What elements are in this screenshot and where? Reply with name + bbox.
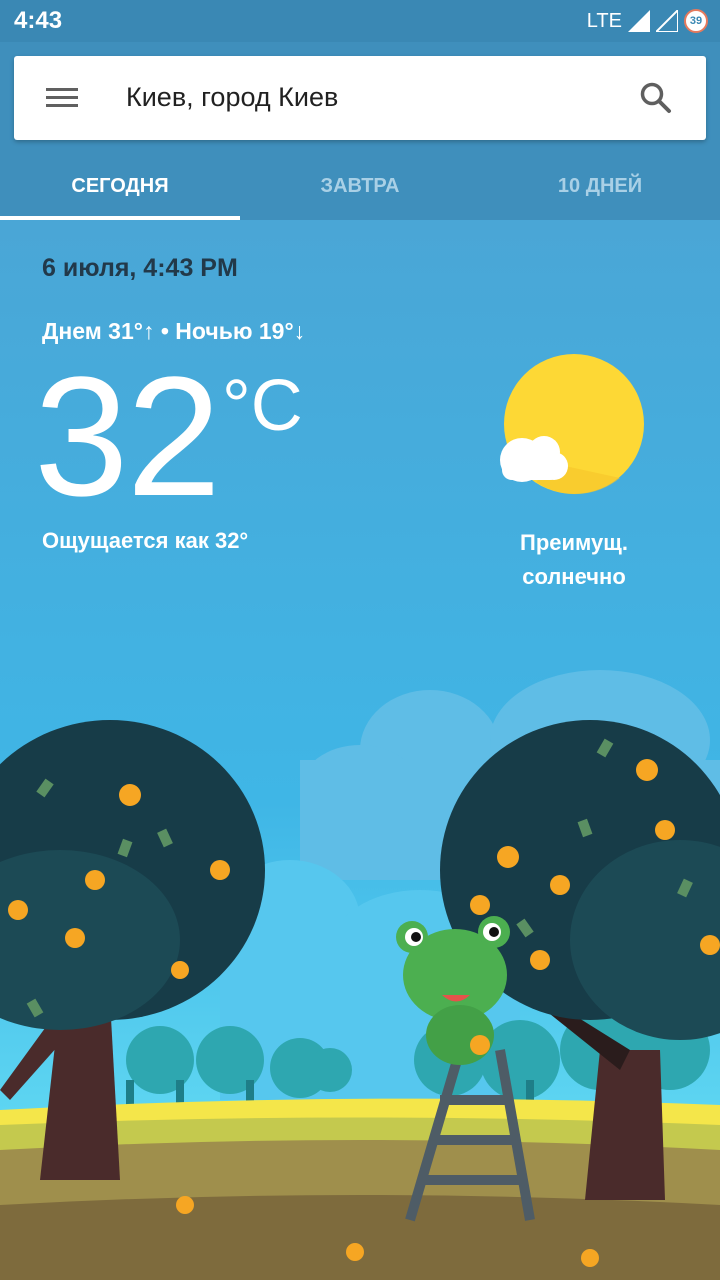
search-bar[interactable]: Киев, город Киев [14, 56, 706, 140]
network-type: LTE [586, 9, 622, 32]
current-temperature: 32 [34, 342, 221, 532]
status-time: 4:43 [14, 7, 63, 34]
temperature-unit: °C [222, 366, 303, 446]
battery-icon: 39 [684, 9, 708, 33]
header: Киев, город Киев СЕГОДНЯ ЗАВТРА 10 ДНЕЙ [0, 42, 720, 220]
condition-line-1: Преимущ. [520, 530, 628, 555]
tab-tomorrow-label: ЗАВТРА [320, 174, 400, 197]
signal-icon [628, 10, 650, 32]
date-time: 6 июля, 4:43 PM [42, 254, 238, 282]
tab-today-label: СЕГОДНЯ [71, 174, 169, 197]
status-bar: 4:43 LTE 39 [0, 0, 720, 42]
feels-like: Ощущается как 32° [42, 528, 249, 553]
condition-text: Преимущ. солнечно [494, 526, 654, 594]
weather-panel: 6 июля, 4:43 PM Днем 31°↑ • Ночью 19°↓ 3… [0, 220, 720, 1280]
tab-today[interactable]: СЕГОДНЯ [0, 152, 240, 220]
condition-line-2: солнечно [522, 564, 626, 589]
status-icons: LTE 39 [587, 8, 708, 34]
menu-icon[interactable] [42, 80, 78, 116]
signal-icon-2 [656, 10, 678, 32]
location-text[interactable]: Киев, город Киев [126, 82, 338, 113]
battery-level: 39 [689, 15, 703, 27]
tab-tomorrow[interactable]: ЗАВТРА [240, 152, 480, 220]
tab-10-days[interactable]: 10 ДНЕЙ [480, 152, 720, 220]
sun-with-cloud-icon [500, 354, 644, 495]
search-icon[interactable] [638, 80, 674, 116]
tab-bar: СЕГОДНЯ ЗАВТРА 10 ДНЕЙ [0, 152, 720, 220]
high-low-temps: Днем 31°↑ • Ночью 19°↓ [42, 318, 306, 344]
tab-10-days-label: 10 ДНЕЙ [557, 174, 643, 197]
